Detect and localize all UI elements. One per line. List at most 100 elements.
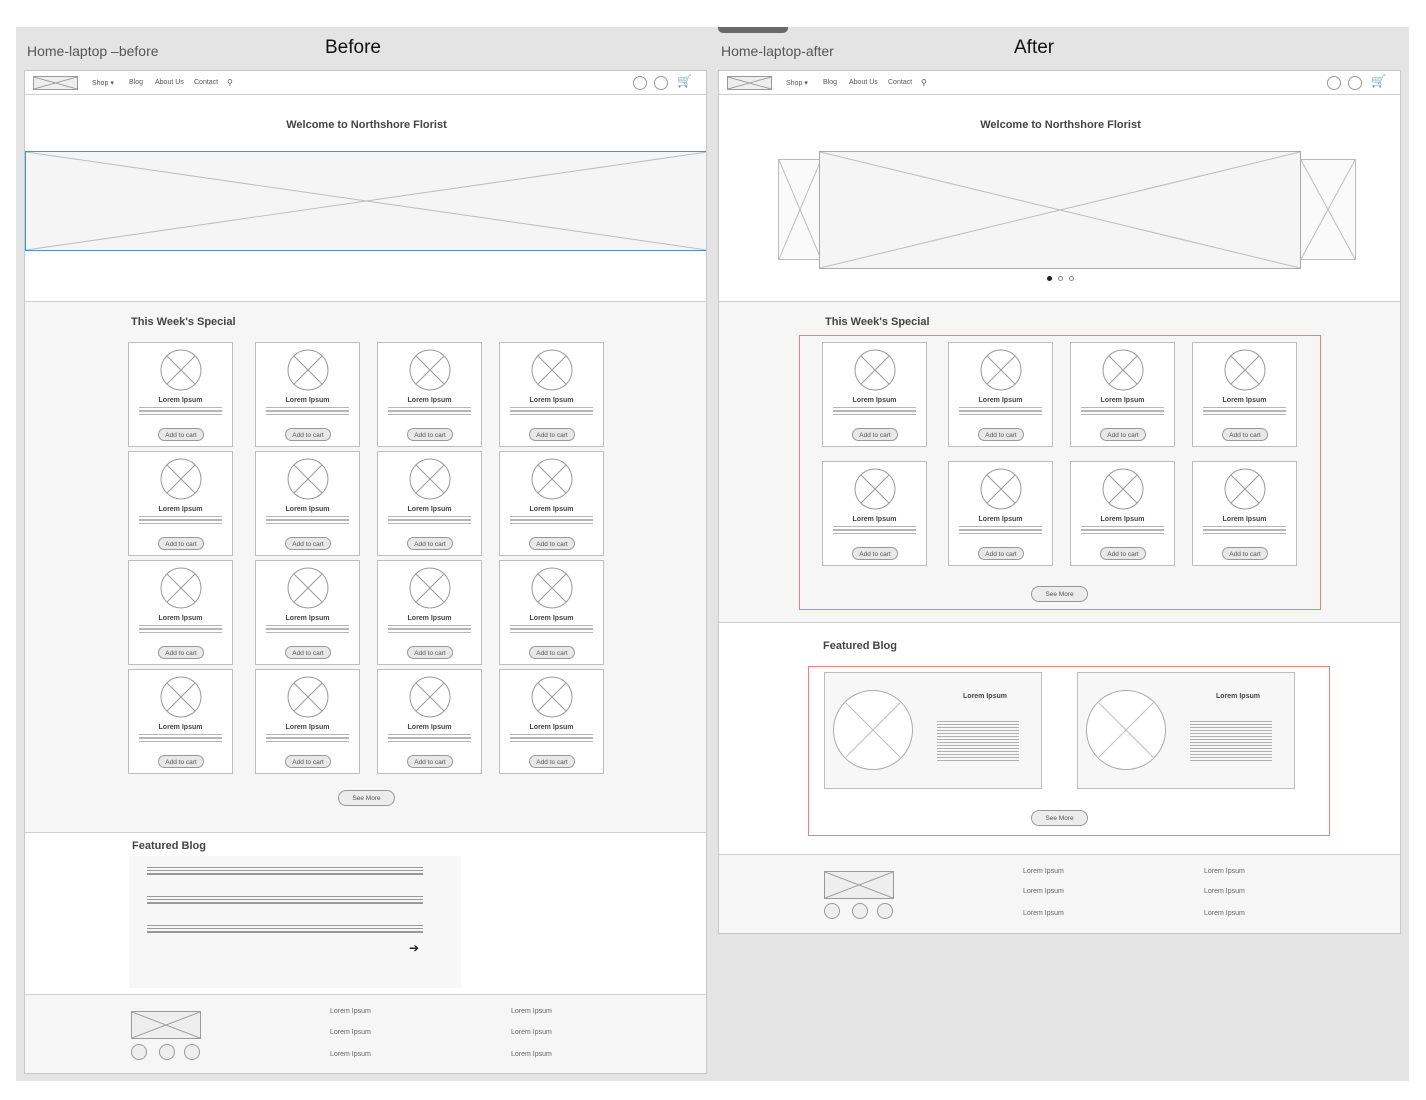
footer-link[interactable]: Lorem Ipsum (330, 1029, 371, 1036)
social-icon[interactable] (824, 903, 840, 919)
add-to-cart-button[interactable]: Add to cart (158, 646, 204, 659)
add-to-cart-button[interactable]: Add to cart (1222, 547, 1268, 560)
add-to-cart-button[interactable]: Add to cart (1100, 428, 1146, 441)
product-card[interactable]: Lorem Ipsum Add to cart (255, 451, 360, 556)
nav-contact[interactable]: Contact (194, 79, 218, 86)
product-card[interactable]: Lorem Ipsum Add to cart (377, 451, 482, 556)
add-to-cart-button[interactable]: Add to cart (285, 646, 331, 659)
footer-link[interactable]: Lorem Ipsum (511, 1008, 552, 1015)
social-icon[interactable] (877, 903, 893, 919)
product-card[interactable]: Lorem Ipsum Add to cart (128, 342, 233, 447)
product-card[interactable]: Lorem Ipsum Add to cart (1192, 342, 1297, 447)
nav-blog[interactable]: Blog (129, 79, 143, 86)
add-to-cart-button[interactable]: Add to cart (852, 547, 898, 560)
blog-see-more-button[interactable]: See More (1031, 810, 1088, 826)
cart-icon[interactable]: 🛒 (1371, 74, 1386, 88)
social-icon[interactable] (852, 903, 868, 919)
footer-link[interactable]: Lorem Ipsum (1023, 910, 1064, 917)
footer-link[interactable]: Lorem Ipsum (511, 1029, 552, 1036)
nav-shop[interactable]: Shop ▾ (786, 79, 808, 87)
product-card[interactable]: Lorem Ipsum Add to cart (128, 669, 233, 774)
add-to-cart-button[interactable]: Add to cart (407, 755, 453, 768)
nav-about[interactable]: About Us (849, 79, 878, 86)
add-to-cart-button[interactable]: Add to cart (1100, 547, 1146, 560)
add-to-cart-button[interactable]: Add to cart (407, 646, 453, 659)
footer-link[interactable]: Lorem Ipsum (511, 1051, 552, 1058)
add-to-cart-button[interactable]: Add to cart (158, 537, 204, 550)
add-to-cart-button[interactable]: Add to cart (285, 755, 331, 768)
add-to-cart-button[interactable]: Add to cart (978, 428, 1024, 441)
add-to-cart-button[interactable]: Add to cart (407, 537, 453, 550)
cart-icon[interactable]: 🛒 (677, 74, 692, 88)
product-card[interactable]: Lorem Ipsum Add to cart (499, 451, 604, 556)
carousel-prev-slide[interactable] (778, 159, 822, 260)
logo-placeholder[interactable] (33, 76, 78, 90)
blog-card[interactable]: Lorem Ipsum (824, 672, 1042, 789)
add-to-cart-button[interactable]: Add to cart (1222, 428, 1268, 441)
add-to-cart-button[interactable]: Add to cart (158, 755, 204, 768)
add-to-cart-button[interactable]: Add to cart (529, 428, 575, 441)
social-icon[interactable] (184, 1044, 200, 1060)
add-to-cart-button[interactable]: Add to cart (529, 755, 575, 768)
product-card[interactable]: Lorem Ipsum Add to cart (128, 451, 233, 556)
before-frame-name[interactable]: Home-laptop –before (27, 43, 159, 59)
after-frame[interactable]: Shop ▾ Blog About Us Contact ⚲ 🛒 Welcome… (718, 70, 1401, 934)
product-card[interactable]: Lorem Ipsum Add to cart (1070, 461, 1175, 566)
carousel-main-slide[interactable] (819, 151, 1301, 269)
carousel-dot[interactable] (1058, 276, 1063, 281)
nav-shop[interactable]: Shop ▾ (92, 79, 114, 87)
add-to-cart-button[interactable]: Add to cart (529, 537, 575, 550)
product-card[interactable]: Lorem Ipsum Add to cart (255, 669, 360, 774)
arrow-right-icon[interactable]: ➔ (409, 941, 419, 955)
product-card[interactable]: Lorem Ipsum Add to cart (948, 461, 1053, 566)
hero-banner-placeholder[interactable] (25, 151, 706, 251)
footer-logo-placeholder[interactable] (824, 871, 894, 899)
nav-about[interactable]: About Us (155, 79, 184, 86)
product-card[interactable]: Lorem Ipsum Add to cart (377, 560, 482, 665)
product-card[interactable]: Lorem Ipsum Add to cart (1192, 461, 1297, 566)
footer-link[interactable]: Lorem Ipsum (1204, 868, 1245, 875)
specials-see-more-button[interactable]: See More (1031, 586, 1088, 602)
account-icon[interactable] (633, 76, 647, 90)
product-card[interactable]: Lorem Ipsum Add to cart (377, 669, 482, 774)
add-to-cart-button[interactable]: Add to cart (407, 428, 453, 441)
specials-see-more-button[interactable]: See More (338, 790, 395, 806)
social-icon[interactable] (131, 1044, 147, 1060)
add-to-cart-button[interactable]: Add to cart (852, 428, 898, 441)
product-card[interactable]: Lorem Ipsum Add to cart (499, 669, 604, 774)
product-card[interactable]: Lorem Ipsum Add to cart (255, 342, 360, 447)
product-card[interactable]: Lorem Ipsum Add to cart (499, 560, 604, 665)
add-to-cart-button[interactable]: Add to cart (285, 537, 331, 550)
footer-link[interactable]: Lorem Ipsum (1023, 888, 1064, 895)
account-icon[interactable] (1327, 76, 1341, 90)
carousel-dot[interactable] (1069, 276, 1074, 281)
social-icon[interactable] (159, 1044, 175, 1060)
product-card[interactable]: Lorem Ipsum Add to cart (255, 560, 360, 665)
footer-link[interactable]: Lorem Ipsum (1204, 910, 1245, 917)
footer-link[interactable]: Lorem Ipsum (330, 1051, 371, 1058)
blog-card[interactable]: Lorem Ipsum (1077, 672, 1295, 789)
product-card[interactable]: Lorem Ipsum Add to cart (1070, 342, 1175, 447)
footer-link[interactable]: Lorem Ipsum (330, 1008, 371, 1015)
nav-contact[interactable]: Contact (888, 79, 912, 86)
search-icon[interactable]: ⚲ (921, 78, 927, 87)
search-icon[interactable]: ⚲ (227, 78, 233, 87)
nav-blog[interactable]: Blog (823, 79, 837, 86)
product-card[interactable]: Lorem Ipsum Add to cart (377, 342, 482, 447)
product-card[interactable]: Lorem Ipsum Add to cart (822, 342, 927, 447)
before-frame[interactable]: Shop ▾ Blog About Us Contact ⚲ 🛒 Welcome… (24, 70, 707, 1074)
footer-link[interactable]: Lorem Ipsum (1204, 888, 1245, 895)
wishlist-icon[interactable] (1348, 76, 1362, 90)
carousel-next-slide[interactable] (1300, 159, 1356, 260)
product-card[interactable]: Lorem Ipsum Add to cart (822, 461, 927, 566)
footer-link[interactable]: Lorem Ipsum (1023, 868, 1064, 875)
add-to-cart-button[interactable]: Add to cart (529, 646, 575, 659)
after-frame-name[interactable]: Home-laptop-after (721, 43, 834, 59)
product-card[interactable]: Lorem Ipsum Add to cart (128, 560, 233, 665)
logo-placeholder[interactable] (727, 76, 772, 90)
add-to-cart-button[interactable]: Add to cart (285, 428, 331, 441)
product-card[interactable]: Lorem Ipsum Add to cart (948, 342, 1053, 447)
add-to-cart-button[interactable]: Add to cart (158, 428, 204, 441)
product-card[interactable]: Lorem Ipsum Add to cart (499, 342, 604, 447)
footer-logo-placeholder[interactable] (131, 1011, 201, 1039)
